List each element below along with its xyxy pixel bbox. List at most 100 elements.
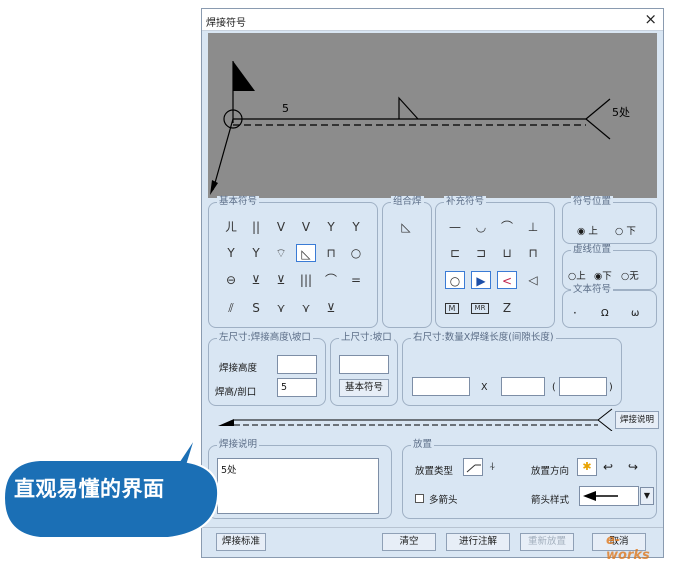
- basic-sym[interactable]: ⊻: [271, 271, 291, 289]
- gap-input[interactable]: [559, 377, 607, 396]
- weld-description-input[interactable]: 5处: [217, 458, 379, 514]
- supp-sym[interactable]: —: [445, 218, 465, 236]
- supp-sym[interactable]: ⊔: [497, 244, 517, 262]
- close-paren-label: ): [609, 382, 613, 393]
- basic-sym[interactable]: Y: [221, 244, 241, 262]
- basic-sym[interactable]: ⊻: [321, 299, 341, 317]
- basic-sym[interactable]: ||: [246, 218, 266, 236]
- radio-up[interactable]: ◉ 上: [577, 223, 598, 237]
- basic-sym[interactable]: =: [346, 271, 366, 289]
- dialog-title: 焊接符号: [206, 18, 246, 29]
- weld-height-label: 焊接高度: [219, 363, 258, 374]
- supp-sym[interactable]: M: [445, 303, 459, 314]
- basic-sym[interactable]: ⊖: [221, 271, 241, 289]
- arrow-style-select[interactable]: [579, 486, 639, 506]
- basic-sym[interactable]: ㄦ: [221, 218, 241, 236]
- all-around-sym-selected[interactable]: ○: [445, 271, 465, 289]
- multi-arrow-label: 多箭头: [429, 495, 458, 506]
- placement-title: 放置: [411, 439, 435, 451]
- basic-sym[interactable]: V: [296, 218, 316, 236]
- dash-position-title: 虚线位置: [571, 244, 614, 256]
- direction-person-icon[interactable]: ✱: [577, 458, 597, 476]
- basic-symbol-button[interactable]: 基本符号: [339, 379, 389, 397]
- upper-size-input[interactable]: [339, 355, 389, 374]
- text-sym-dot[interactable]: ·: [573, 306, 577, 320]
- leader-arrow-head: [218, 419, 234, 426]
- quantity-input[interactable]: [412, 377, 470, 396]
- chevron-down-icon[interactable]: ▼: [640, 487, 654, 505]
- clear-button[interactable]: 清空: [382, 533, 436, 551]
- supp-sym[interactable]: ◁: [523, 271, 543, 289]
- basic-sym[interactable]: ⋎: [271, 299, 291, 317]
- supp-sym-lt[interactable]: <: [497, 271, 517, 289]
- basic-sym[interactable]: Y: [321, 218, 341, 236]
- replace-button[interactable]: 重新放置: [520, 533, 574, 551]
- upper-size-group: 上尺寸:坡口 基本符号: [330, 332, 398, 406]
- callout-text: 直观易懂的界面: [14, 477, 165, 501]
- radio-down[interactable]: ○ 下: [615, 223, 636, 237]
- basic-sym[interactable]: S: [246, 299, 266, 317]
- supp-sym[interactable]: ⊐: [471, 244, 491, 262]
- weld-ratio-input[interactable]: 5: [277, 378, 317, 397]
- arrow-head: [210, 180, 218, 195]
- place-type-label: 放置类型: [415, 466, 454, 477]
- supplementary-symbols-group: 补充符号 — ◡ ⌒ ⊥ ⊏ ⊐ ⊔ ⊓ ○ ▶ < ◁ M MR Z: [435, 196, 555, 328]
- supp-sym[interactable]: ⊏: [445, 244, 465, 262]
- supp-sym[interactable]: ⌒: [497, 218, 517, 236]
- place-type-star-icon[interactable]: ⍭: [489, 460, 496, 474]
- left-size-group: 左尺寸:焊接高度\坡口 焊接高度 焊高/剖口 5: [208, 332, 326, 406]
- place-type-leader-icon[interactable]: [463, 458, 483, 476]
- basic-sym[interactable]: ⋎: [296, 299, 316, 317]
- dash-up-label: 上: [576, 271, 586, 282]
- weld-preview: 5 5处: [208, 33, 657, 198]
- basic-sym[interactable]: ⌒: [321, 271, 341, 289]
- weld-description-title: 焊接说明: [217, 439, 260, 451]
- dash-radio-up[interactable]: ○上: [568, 268, 586, 282]
- text-symbols-group: 文本符号 · Ω ω: [562, 284, 657, 328]
- combo-sym[interactable]: ◺: [396, 218, 416, 236]
- direction-left-icon[interactable]: ↩: [603, 460, 613, 474]
- close-icon[interactable]: ×: [644, 11, 657, 27]
- right-size-title: 右尺寸:数量X焊缝长度(间隙长度): [411, 332, 556, 344]
- preview-note-text: 5处: [612, 106, 630, 119]
- direction-right-icon[interactable]: ↪: [628, 460, 638, 474]
- basic-sym[interactable]: V: [271, 218, 291, 236]
- supp-sym[interactable]: Z: [497, 299, 517, 317]
- multi-arrow-checkbox[interactable]: [415, 494, 424, 503]
- supp-sym[interactable]: ⊥: [523, 218, 543, 236]
- titlebar: 焊接符号 ×: [202, 9, 663, 31]
- flag-sym-selected[interactable]: ▶: [471, 271, 491, 289]
- weld-standard-button[interactable]: 焊接标准: [216, 533, 266, 551]
- dash-none-label: 无: [629, 271, 639, 282]
- footer-divider: [202, 527, 663, 528]
- text-sym-omega-upper[interactable]: Ω: [601, 308, 609, 319]
- basic-sym[interactable]: ⌔: [271, 244, 291, 262]
- upper-size-title: 上尺寸:坡口: [339, 332, 394, 344]
- basic-sym[interactable]: ⊻: [246, 271, 266, 289]
- preview-size-text: 5: [282, 102, 289, 115]
- supp-sym[interactable]: MR: [471, 303, 489, 314]
- basic-sym[interactable]: Y: [246, 244, 266, 262]
- leader-tail-top: [597, 408, 613, 421]
- basic-sym[interactable]: Y: [346, 218, 366, 236]
- dash-radio-none[interactable]: ○无: [621, 268, 639, 282]
- supp-sym[interactable]: ⊓: [523, 244, 543, 262]
- length-input[interactable]: [501, 377, 545, 396]
- basic-sym[interactable]: |||: [296, 271, 316, 289]
- basic-sym[interactable]: ⫽: [221, 299, 241, 317]
- weld-note-button[interactable]: 焊接说明: [615, 411, 659, 429]
- right-size-group: 右尺寸:数量X焊缝长度(间隙长度) X ( ): [402, 332, 622, 406]
- annotate-button[interactable]: 进行注解: [446, 533, 510, 551]
- leader-preview: [218, 408, 613, 431]
- basic-sym[interactable]: ⊓: [321, 244, 341, 262]
- weld-height-input[interactable]: [277, 355, 317, 374]
- radio-up-label: 上: [588, 226, 598, 237]
- basic-sym[interactable]: ○: [346, 244, 366, 262]
- dash-radio-down[interactable]: ◉下: [594, 268, 612, 282]
- weld-description-group: 焊接说明 5处: [208, 439, 392, 519]
- dash-down-label: 下: [602, 271, 612, 282]
- basic-sym-fillet-selected[interactable]: ◺: [296, 244, 316, 262]
- text-sym-omega-lower[interactable]: ω: [631, 308, 639, 319]
- place-direction-label: 放置方向: [531, 466, 570, 477]
- supp-sym[interactable]: ◡: [471, 218, 491, 236]
